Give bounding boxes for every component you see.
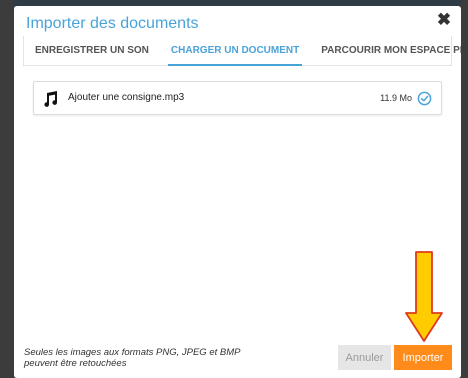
close-icon[interactable]: ✖ bbox=[433, 9, 455, 31]
check-circle-icon bbox=[417, 91, 432, 106]
file-size: 11.9 Mo bbox=[380, 93, 412, 103]
uploaded-file-item[interactable]: Ajouter une consigne.mp3 11.9 Mo bbox=[33, 81, 442, 115]
file-name: Ajouter une consigne.mp3 bbox=[68, 92, 185, 103]
tab-upload-document[interactable]: CHARGER UN DOCUMENT bbox=[160, 36, 310, 66]
hint-line-2: peuvent être retouchées bbox=[24, 358, 127, 369]
music-note-icon bbox=[44, 91, 58, 107]
background-overlay-left bbox=[0, 0, 14, 378]
image-format-hint: Seules les images aux formats PNG, JPEG … bbox=[24, 347, 264, 369]
tab-browse-personal-space[interactable]: PARCOURIR MON ESPACE PERSONNEL bbox=[310, 36, 461, 65]
import-button[interactable]: Importer bbox=[394, 345, 452, 370]
cancel-button[interactable]: Annuler bbox=[338, 345, 391, 370]
import-documents-modal: Importer des documents ✖ ENREGISTRER UN … bbox=[14, 6, 461, 378]
modal-title: Importer des documents bbox=[26, 15, 199, 32]
tab-bar: ENREGISTRER UN SON CHARGER UN DOCUMENT P… bbox=[23, 36, 461, 66]
background-overlay-right bbox=[461, 0, 468, 378]
hint-line-1: Seules les images aux formats PNG, JPEG … bbox=[24, 347, 241, 358]
tab-record-sound[interactable]: ENREGISTRER UN SON bbox=[24, 36, 160, 65]
arrow-down-icon bbox=[405, 251, 443, 342]
